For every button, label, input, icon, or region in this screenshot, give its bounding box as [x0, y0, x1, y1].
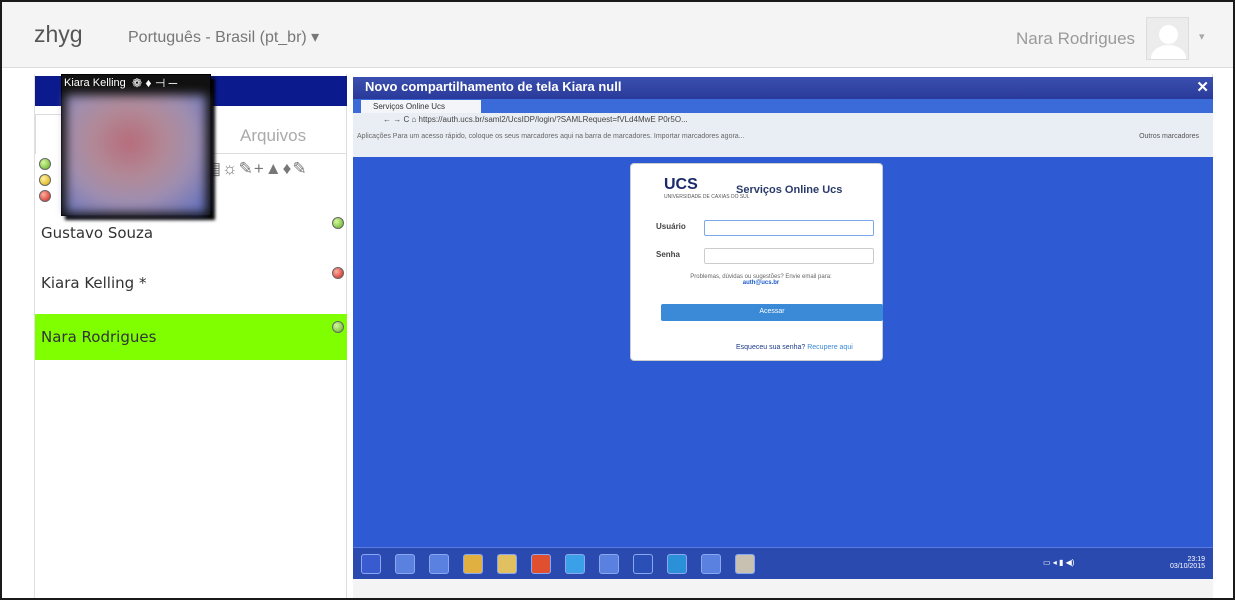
help-text: Problemas, dúvidas ou sugestões? Envie e… [651, 274, 871, 286]
main-area: Arquivos ▤☼✎+▲♦✎ Gustavo Souza Kiara Kel… [34, 74, 1213, 598]
taskbar-app-icon [395, 554, 415, 574]
webcam-window[interactable]: Kiara Kelling ❁ ♦ ⊣ ─ [61, 74, 211, 216]
username-field [704, 220, 874, 236]
bookmarks-text: Aplicações Para um acesso rápido, coloqu… [357, 133, 745, 140]
screenshare-title: Novo compartilhamento de tela Kiara null [365, 79, 622, 94]
clock-time: 23:19 [1187, 556, 1205, 563]
browser-chrome: Serviços Online Ucs ← → C ⌂ https://auth… [353, 99, 1213, 157]
avatar-head-icon [1159, 25, 1178, 44]
folder-icon [497, 554, 517, 574]
password-label: Senha [656, 250, 681, 259]
close-icon[interactable]: ✕ [1196, 78, 1209, 96]
screenshare-titlebar[interactable]: Novo compartilhamento de tela Kiara null… [353, 77, 1213, 99]
participant-name: Gustavo Souza [41, 224, 154, 242]
taskbar-app-icon [463, 554, 483, 574]
top-navbar: zhyg Português - Brasil (pt_br) ▾ Nara R… [2, 2, 1233, 68]
clock-date: 03/10/2015 [1169, 563, 1205, 570]
status-red-icon[interactable] [39, 190, 51, 202]
login-title: Serviços Online Ucs [736, 184, 843, 196]
avatar-body-icon [1151, 45, 1186, 59]
windows-taskbar: ▭ ◂ ▮ ◀) 23:19 03/10/2015 [353, 547, 1213, 579]
ucs-logo: UCS [664, 176, 698, 193]
forgot-text: Esqueceu sua senha? [736, 344, 806, 351]
browser-tab-row: Serviços Online Ucs [353, 99, 1213, 113]
username-label: Usuário [656, 222, 686, 231]
app-frame: zhyg Português - Brasil (pt_br) ▾ Nara R… [0, 0, 1235, 600]
screenshare-footer [353, 579, 1213, 598]
left-panel: Arquivos ▤☼✎+▲♦✎ Gustavo Souza Kiara Kel… [35, 74, 347, 598]
status-green-icon[interactable] [39, 158, 51, 170]
taskbar-app-icon [735, 554, 755, 574]
address-bar: ← → C ⌂ https://auth.ucs.br/saml2/UcsIDP… [383, 115, 688, 124]
language-selector[interactable]: Português - Brasil (pt_br) ▾ [128, 27, 319, 47]
webcam-video [66, 95, 206, 213]
other-bookmarks: Outros marcadores [1139, 133, 1199, 140]
forgot-password: Esqueceu sua senha? Recupere aqui [736, 344, 853, 351]
user-name[interactable]: Nara Rodrigues [1016, 29, 1135, 49]
webcam-title: Kiara Kelling [64, 77, 126, 89]
shared-screen: Serviços Online Ucs ← → C ⌂ https://auth… [353, 99, 1213, 579]
taskbar-app-icon [429, 554, 449, 574]
status-green-icon [332, 217, 344, 229]
participant-row[interactable]: Kiara Kelling * [35, 260, 347, 306]
word-icon [633, 554, 653, 574]
status-green-icon [332, 321, 344, 333]
avatar[interactable] [1146, 17, 1189, 60]
tab-files[interactable]: Arquivos [240, 126, 306, 146]
tools-icons[interactable]: ▤☼✎+▲♦✎ [205, 159, 308, 179]
login-button: Acessar [661, 304, 883, 321]
participant-row-active[interactable]: Nara Rodrigues [35, 314, 347, 360]
start-icon [361, 554, 381, 574]
browser-tab: Serviços Online Ucs [361, 100, 481, 113]
screenshare-window: Novo compartilhamento de tela Kiara null… [353, 77, 1213, 598]
taskbar-app-icon [701, 554, 721, 574]
bookmarks-bar: Aplicações Para um acesso rápido, coloqu… [357, 133, 1207, 147]
login-card: UCS UNIVERSIDADE DE CAXIAS DO SUL Serviç… [630, 163, 883, 361]
recover-link: Recupere aqui [807, 344, 853, 351]
chrome-icon [531, 554, 551, 574]
taskbar-clock: 23:19 03/10/2015 [1170, 556, 1205, 570]
status-yellow-icon[interactable] [39, 174, 51, 186]
webcam-controls-icon[interactable]: ❁ ♦ ⊣ ─ [132, 76, 177, 90]
password-field [704, 248, 874, 264]
status-red-icon [332, 267, 344, 279]
participant-row[interactable]: Gustavo Souza [35, 210, 347, 256]
ie-icon [565, 554, 585, 574]
participant-name: Nara Rodrigues [41, 328, 157, 346]
skype-icon [667, 554, 687, 574]
help-email: auth@ucs.br [742, 280, 780, 286]
taskbar-app-icon [599, 554, 619, 574]
brand-logo[interactable]: zhyg [34, 21, 83, 48]
system-tray-icon: ▭ ◂ ▮ ◀) [1043, 558, 1075, 567]
user-menu-caret-icon[interactable]: ▾ [1199, 30, 1205, 43]
participant-name: Kiara Kelling * [41, 274, 147, 292]
